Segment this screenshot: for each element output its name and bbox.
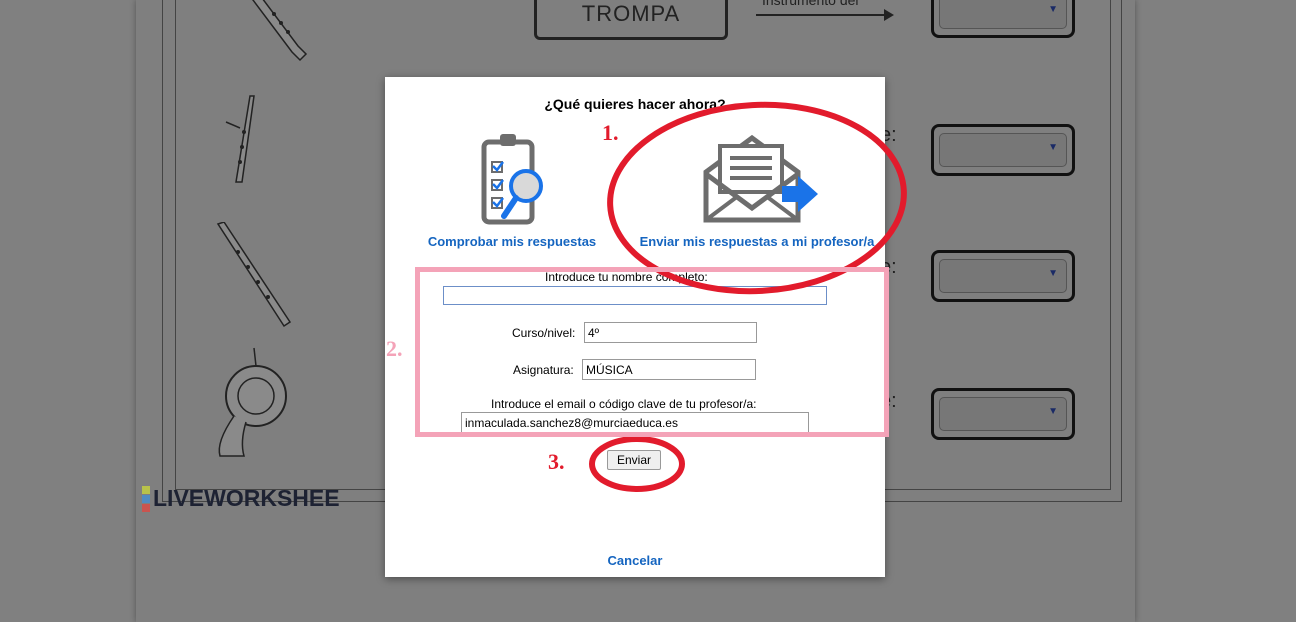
send-answers-label: Enviar mis respuestas a mi profesor/a (639, 234, 875, 249)
check-answers-option[interactable]: Comprobar mis respuestas (425, 132, 599, 249)
chevron-down-icon: ▼ (1048, 406, 1058, 417)
arrow-line (756, 14, 888, 16)
select-inner: ▼ (939, 259, 1067, 293)
chevron-down-icon: ▼ (1048, 268, 1058, 279)
background-right-margin (1135, 0, 1296, 622)
bassoon-drawing (225, 95, 255, 183)
trompa-label-box: TROMPA (534, 0, 728, 40)
submit-button[interactable]: Enviar (607, 450, 661, 470)
clarinet-drawing (252, 0, 308, 62)
answer-select-2[interactable]: ▼ (931, 124, 1075, 176)
chevron-down-icon: ▼ (1048, 142, 1058, 153)
send-answers-option[interactable]: Enviar mis respuestas a mi profesor/a (637, 132, 877, 249)
logo-block-v (142, 494, 150, 503)
check-answers-label: Comprobar mis respuestas (427, 234, 597, 249)
logo-blocks (142, 485, 150, 512)
select-inner: ▼ (939, 397, 1067, 431)
cancel-link[interactable]: Cancelar (385, 553, 885, 568)
logo-text: LIVEWORKSHEE (153, 485, 340, 511)
french-horn-drawing (218, 347, 287, 457)
annotation-step-3: 3. (548, 449, 565, 474)
annotation-form-box (415, 267, 889, 437)
dialog-title: ¿Qué quieres hacer ahora? (544, 96, 726, 112)
flute-drawing (216, 222, 292, 328)
answer-select-3[interactable]: ▼ (931, 250, 1075, 302)
envelope-arrow-icon (703, 134, 818, 223)
checklist-magnifier-icon (481, 134, 543, 225)
select-inner: ▼ (939, 0, 1067, 29)
select-inner: ▼ (939, 133, 1067, 167)
annotation-step-2: 2. (386, 336, 403, 361)
chevron-down-icon: ▼ (1048, 4, 1058, 15)
answer-select-4[interactable]: ▼ (931, 388, 1075, 440)
arrow-head-icon (884, 9, 894, 21)
logo-block-l (142, 485, 150, 494)
answer-select-1[interactable]: ▼ (931, 0, 1075, 38)
liveworksheets-logo: LIVEWORKSHEE (142, 485, 340, 512)
background-left-margin (0, 0, 136, 622)
instrument-arrow-label: Instrumento del (762, 0, 859, 8)
logo-block-e (142, 503, 150, 512)
annotation-step-1: 1. (602, 120, 619, 145)
